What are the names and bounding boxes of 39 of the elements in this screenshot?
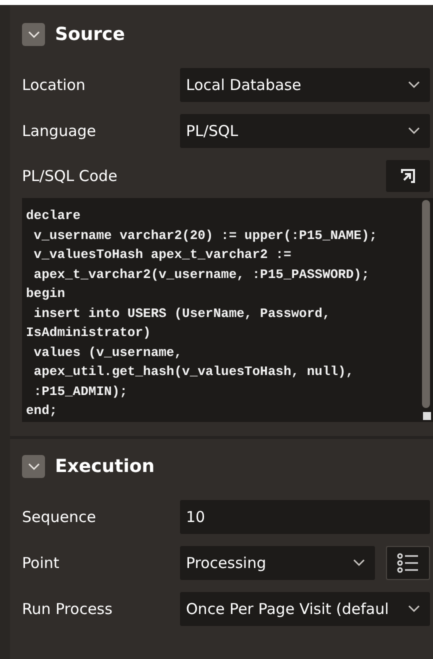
code-line: declare: [26, 207, 82, 225]
section-title: Execution: [55, 456, 155, 477]
code-line: :P15_ADMIN);: [32, 382, 128, 400]
code-line: apex_util.get_hash(v_valuesToHash, null),: [32, 363, 355, 381]
chevron-down-icon: [408, 605, 420, 613]
select-field[interactable]: Local Database: [180, 68, 430, 102]
section-title: Source: [55, 24, 125, 45]
field-label: Language: [22, 122, 98, 140]
select-field[interactable]: PL/SQL: [180, 114, 430, 148]
list-button[interactable]: [386, 546, 430, 580]
collapse-toggle[interactable]: [22, 23, 45, 46]
code-line: IsAdministrator): [26, 324, 152, 342]
chevron-down-icon: [408, 81, 420, 89]
list-icon: [397, 553, 419, 573]
code-editor[interactable]: [22, 198, 433, 422]
select-field[interactable]: Once Per Page Visit (defaul: [180, 592, 430, 626]
input-field[interactable]: 10: [180, 500, 430, 534]
collapse-toggle[interactable]: [22, 455, 45, 478]
expand-icon: [399, 167, 417, 185]
field-label: Location: [22, 76, 86, 94]
chevron-down-icon: [408, 127, 420, 135]
chevron-down-icon: [353, 559, 365, 567]
code-line: apex_t_varchar2(v_username, :P15_PASSWORD);: [32, 266, 370, 284]
code-line: values (v_username,: [32, 344, 184, 362]
field-label: PL/SQL Code: [22, 167, 118, 185]
field-label: Point: [22, 554, 60, 572]
chevron-down-icon: [28, 30, 40, 38]
code-line: end;: [26, 402, 58, 420]
field-label: Sequence: [22, 508, 97, 526]
scrollbar[interactable]: [422, 200, 430, 408]
chevron-down-icon: [28, 462, 40, 470]
code-line: v_username varchar2(20) := upper(:P15_NAME);: [32, 226, 378, 244]
code-line: begin: [26, 285, 66, 303]
expand-button[interactable]: [386, 160, 430, 192]
field-label: Run Process: [22, 600, 114, 618]
select-field[interactable]: Processing: [180, 546, 375, 580]
resize-handle[interactable]: [423, 412, 431, 420]
code-line: insert into USERS (UserName, Password,: [32, 304, 332, 322]
code-line: v_valuesToHash apex_t_varchar2 :=: [32, 246, 292, 264]
